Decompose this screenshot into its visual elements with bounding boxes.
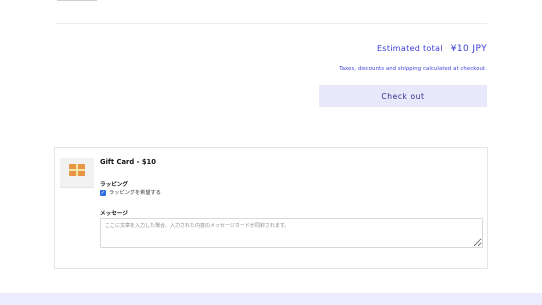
gift-box-icon (69, 164, 85, 176)
estimated-total-value: ¥10 JPY (450, 44, 487, 54)
gift-card-options-card: Gift Card - $10 ラッピング ✓ ラッピングを希望する メッセージ (54, 147, 488, 269)
product-thumbnail (60, 158, 94, 188)
wrapping-option[interactable]: ✓ ラッピングを希望する (100, 189, 161, 196)
wrapping-checkbox[interactable]: ✓ (100, 189, 106, 196)
estimated-total-label: Estimated total (377, 44, 443, 53)
message-label: メッセージ (100, 211, 128, 217)
checkout-button[interactable]: Check out (319, 85, 487, 107)
previous-item-divider-fragment (57, 0, 97, 1)
wrapping-checkbox-label[interactable]: ラッピングを希望する (109, 189, 161, 196)
tax-note: Taxes, discounts and shipping calculated… (339, 66, 487, 72)
product-title: Gift Card - $10 (100, 158, 157, 166)
wrapping-label: ラッピング (100, 182, 128, 188)
footer-band (0, 293, 542, 305)
estimated-total-row: Estimated total ¥10 JPY (377, 44, 487, 54)
cart-divider (55, 23, 487, 24)
message-textarea[interactable] (100, 218, 483, 248)
